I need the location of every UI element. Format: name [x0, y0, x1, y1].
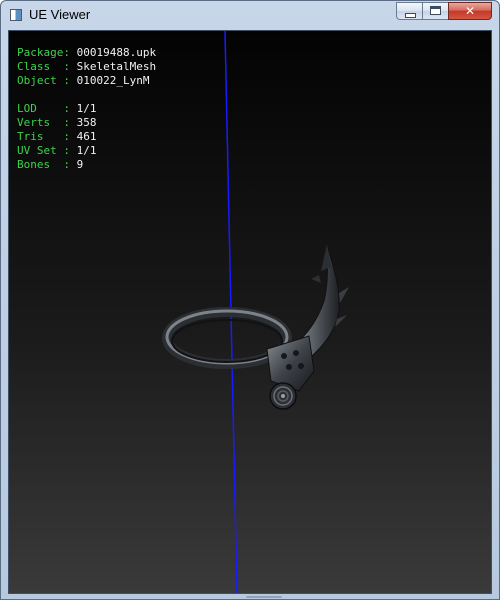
plate-rivet-2 — [293, 350, 299, 356]
window-controls: ✕ — [396, 2, 492, 21]
plate — [266, 335, 315, 392]
info-lod-value: 1/1 — [76, 102, 97, 115]
info-package: Package: 00019488.upk — [17, 46, 156, 60]
plate-rivet-4 — [298, 363, 304, 369]
info-tris-label: Tris : — [17, 130, 70, 143]
info-uvset-value: 1/1 — [76, 144, 97, 157]
band-inner-shadow — [171, 319, 283, 363]
info-bones-value: 9 — [76, 158, 84, 171]
info-lod: LOD : 1/1 — [17, 102, 156, 116]
horn-spike-2 — [339, 287, 349, 303]
info-class: Class : SkeletalMesh — [17, 60, 156, 74]
app-window: UE Viewer ✕ Package: 00019488.upk Class … — [0, 0, 500, 600]
window-title: UE Viewer — [29, 7, 91, 22]
info-tris-value: 461 — [76, 130, 97, 143]
info-lod-label: LOD : — [17, 102, 70, 115]
plate-rivet-3 — [286, 364, 292, 370]
info-verts: Verts : 358 — [17, 116, 156, 130]
info-verts-value: 358 — [76, 116, 97, 129]
plate-rivet-1 — [281, 353, 287, 359]
resize-grip[interactable] — [246, 596, 282, 598]
horn-spike-4 — [311, 275, 321, 283]
minimize-button[interactable] — [396, 2, 422, 20]
info-bones-label: Bones : — [17, 158, 70, 171]
mesh-info-overlay: Package: 00019488.upk Class : SkeletalMe… — [17, 46, 156, 172]
3d-viewport[interactable]: Package: 00019488.upk Class : SkeletalMe… — [8, 30, 492, 594]
minimize-icon — [405, 13, 416, 18]
info-class-label: Class : — [17, 60, 70, 73]
close-icon: ✕ — [464, 4, 476, 18]
app-icon[interactable] — [10, 9, 22, 21]
maximize-icon — [430, 6, 441, 15]
mesh-model — [162, 243, 349, 410]
info-verts-label: Verts : — [17, 116, 70, 129]
close-button[interactable]: ✕ — [448, 2, 492, 20]
info-object-label: Object : — [17, 74, 70, 87]
info-object-value: 010022_LynM — [76, 74, 150, 87]
info-tris: Tris : 461 — [17, 130, 156, 144]
info-class-value: SkeletalMesh — [76, 60, 157, 73]
info-package-label: Package: — [17, 46, 70, 59]
title-bar[interactable]: UE Viewer ✕ — [1, 1, 499, 29]
maximize-button[interactable] — [422, 2, 448, 20]
info-uvset: UV Set : 1/1 — [17, 144, 156, 158]
info-object: Object : 010022_LynM — [17, 74, 156, 88]
info-uvset-label: UV Set : — [17, 144, 70, 157]
info-package-value: 00019488.upk — [76, 46, 157, 59]
info-bones: Bones : 9 — [17, 158, 156, 172]
spiral-center — [281, 394, 285, 398]
